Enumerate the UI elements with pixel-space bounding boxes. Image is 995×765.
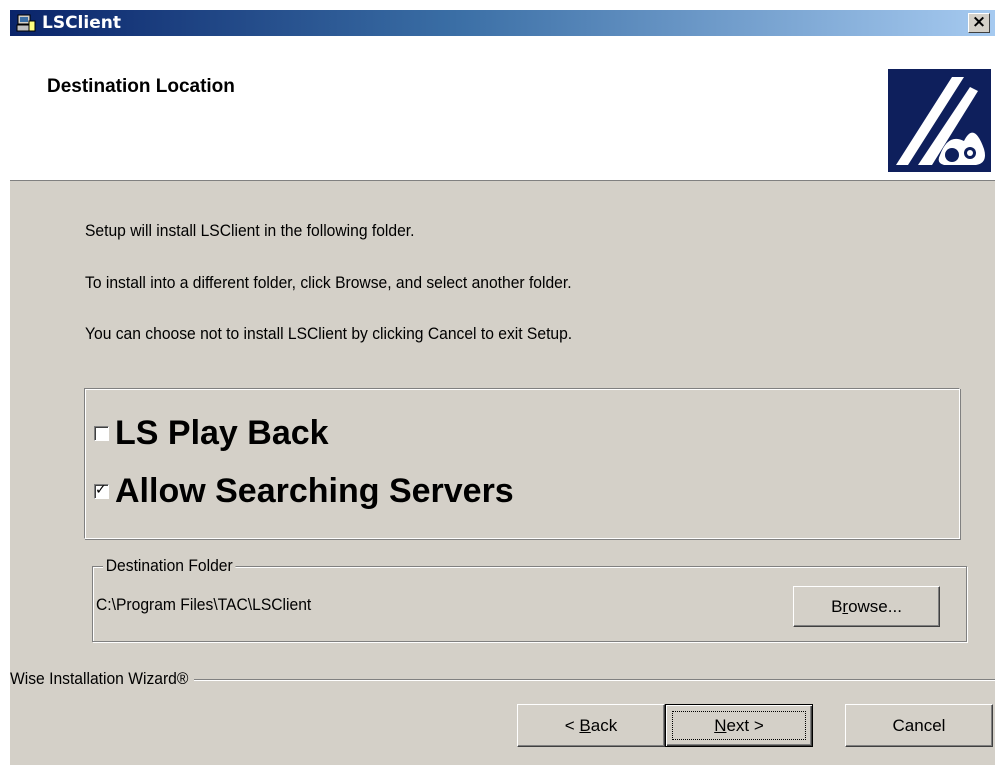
back-label-accelerator: B: [579, 716, 591, 735]
info-text-install-folder: Setup will install LSClient in the follo…: [85, 221, 415, 240]
next-button[interactable]: Next >: [665, 704, 813, 747]
destination-folder-group: Destination Folder C:\Program Files\TAC\…: [92, 556, 967, 642]
component-options-panel: LS Play Back ✓ Allow Searching Servers: [84, 388, 960, 539]
allow-searching-servers-label[interactable]: Allow Searching Servers: [115, 471, 514, 511]
allow-searching-servers-checkbox[interactable]: ✓: [94, 481, 109, 499]
ls-play-back-label[interactable]: LS Play Back: [115, 413, 329, 453]
info-text-cancel: You can choose not to install LSClient b…: [85, 324, 573, 343]
ls-play-back-checkbox[interactable]: [94, 425, 109, 441]
cancel-button[interactable]: Cancel: [845, 704, 993, 747]
page-title: Destination Location: [47, 76, 235, 97]
destination-folder-legend: Destination Folder: [103, 556, 236, 576]
wizard-brand-label: Wise Installation Wizard®: [10, 669, 194, 689]
installer-window: LSClient × Destination Location Setup wi…: [10, 10, 995, 765]
wizard-header: Destination Location: [10, 36, 995, 181]
browse-label-part: B: [831, 597, 843, 616]
browse-label-rest: owse...: [848, 597, 902, 616]
option-allow-searching-servers[interactable]: ✓ Allow Searching Servers: [94, 471, 514, 511]
close-button[interactable]: ×: [968, 13, 990, 33]
focus-rectangle: [672, 711, 806, 740]
info-text-browse: To install into a different folder, clic…: [85, 273, 572, 292]
window-title: LSClient: [42, 13, 121, 33]
title-bar[interactable]: LSClient ×: [10, 10, 995, 36]
close-icon: ×: [971, 12, 987, 32]
back-label-rest: ack: [590, 716, 618, 735]
back-button[interactable]: < Back: [517, 704, 665, 747]
checkmark-icon: ✓: [95, 481, 107, 498]
wise-wizard-logo-icon: [888, 69, 991, 172]
destination-path: C:\Program Files\TAC\LSClient: [96, 595, 312, 614]
installer-app-icon: [16, 14, 36, 32]
back-label-part: <: [564, 716, 580, 735]
option-ls-play-back[interactable]: LS Play Back: [94, 413, 329, 453]
browse-button[interactable]: Browse...: [793, 586, 940, 627]
